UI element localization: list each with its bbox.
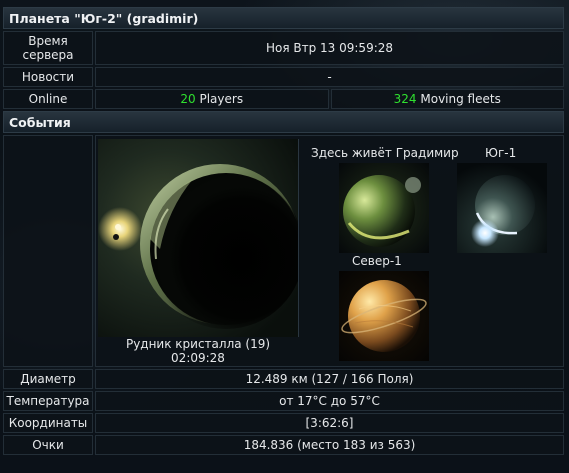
server-time-value: Ноя Втр 13 09:59:28 <box>95 31 564 65</box>
planet-images-panel: Рудник кристалла (19) 02:09:28 Здесь жив… <box>95 135 564 367</box>
online-row: Online 20 Players 324 Moving fleets <box>3 89 564 109</box>
news-label: Новости <box>3 67 93 87</box>
players-count: 20 <box>180 92 196 106</box>
fleets-count: 324 <box>393 92 417 106</box>
coordinates-row: Координаты [3:62:6] <box>3 413 564 433</box>
events-list <box>3 135 93 367</box>
coordinates-value[interactable]: [3:62:6] <box>95 413 564 433</box>
news-row: Новости - <box>3 67 564 87</box>
events-row: Рудник кристалла (19) 02:09:28 Здесь жив… <box>3 135 564 367</box>
points-label: Очки <box>3 435 93 455</box>
online-players: 20 Players <box>95 89 329 109</box>
diameter-value: 12.489 км (127 / 166 Поля) <box>95 369 564 389</box>
moon-label-north1: Север-1 <box>352 254 402 268</box>
points-value: 184.836 (место 183 из 563) <box>95 435 564 455</box>
moon-label-south1: Юг-1 <box>485 146 517 160</box>
temperature-row: Температура от 17°C до 57°C <box>3 391 564 411</box>
planet-timer: 02:09:28 <box>171 351 225 365</box>
diameter-label: Диаметр <box>3 369 93 389</box>
planet-north1-icon[interactable] <box>339 271 429 361</box>
players-text: Players <box>195 92 244 106</box>
diameter-row: Диаметр 12.489 км (127 / 166 Поля) <box>3 369 564 389</box>
coordinates-label: Координаты <box>3 413 93 433</box>
news-value: - <box>95 67 564 87</box>
planet-home-icon[interactable] <box>339 163 429 253</box>
planet-name: Рудник кристалла (19) <box>125 337 271 351</box>
server-time-label: Время сервера <box>3 31 93 65</box>
planet-south1-icon[interactable] <box>457 163 547 253</box>
planet-overview: Планета "Юг-2" (gradimir) Время сервера … <box>3 7 564 455</box>
planet-header: Планета "Юг-2" (gradimir) <box>3 7 564 29</box>
points-row: Очки 184.836 (место 183 из 563) <box>3 435 564 455</box>
server-time-row: Время сервера Ноя Втр 13 09:59:28 <box>3 31 564 65</box>
planet-crystal-mine-icon[interactable] <box>98 139 299 337</box>
moon-label-home: Здесь живёт Градимир <box>311 146 459 160</box>
planet-name-label: Рудник кристалла (19) 02:09:28 <box>98 337 298 365</box>
online-label: Online <box>3 89 93 109</box>
fleets-text: Moving fleets <box>416 92 501 106</box>
temperature-label: Температура <box>3 391 93 411</box>
online-fleets: 324 Moving fleets <box>330 89 564 109</box>
events-header: События <box>3 111 564 133</box>
temperature-value: от 17°C до 57°C <box>95 391 564 411</box>
